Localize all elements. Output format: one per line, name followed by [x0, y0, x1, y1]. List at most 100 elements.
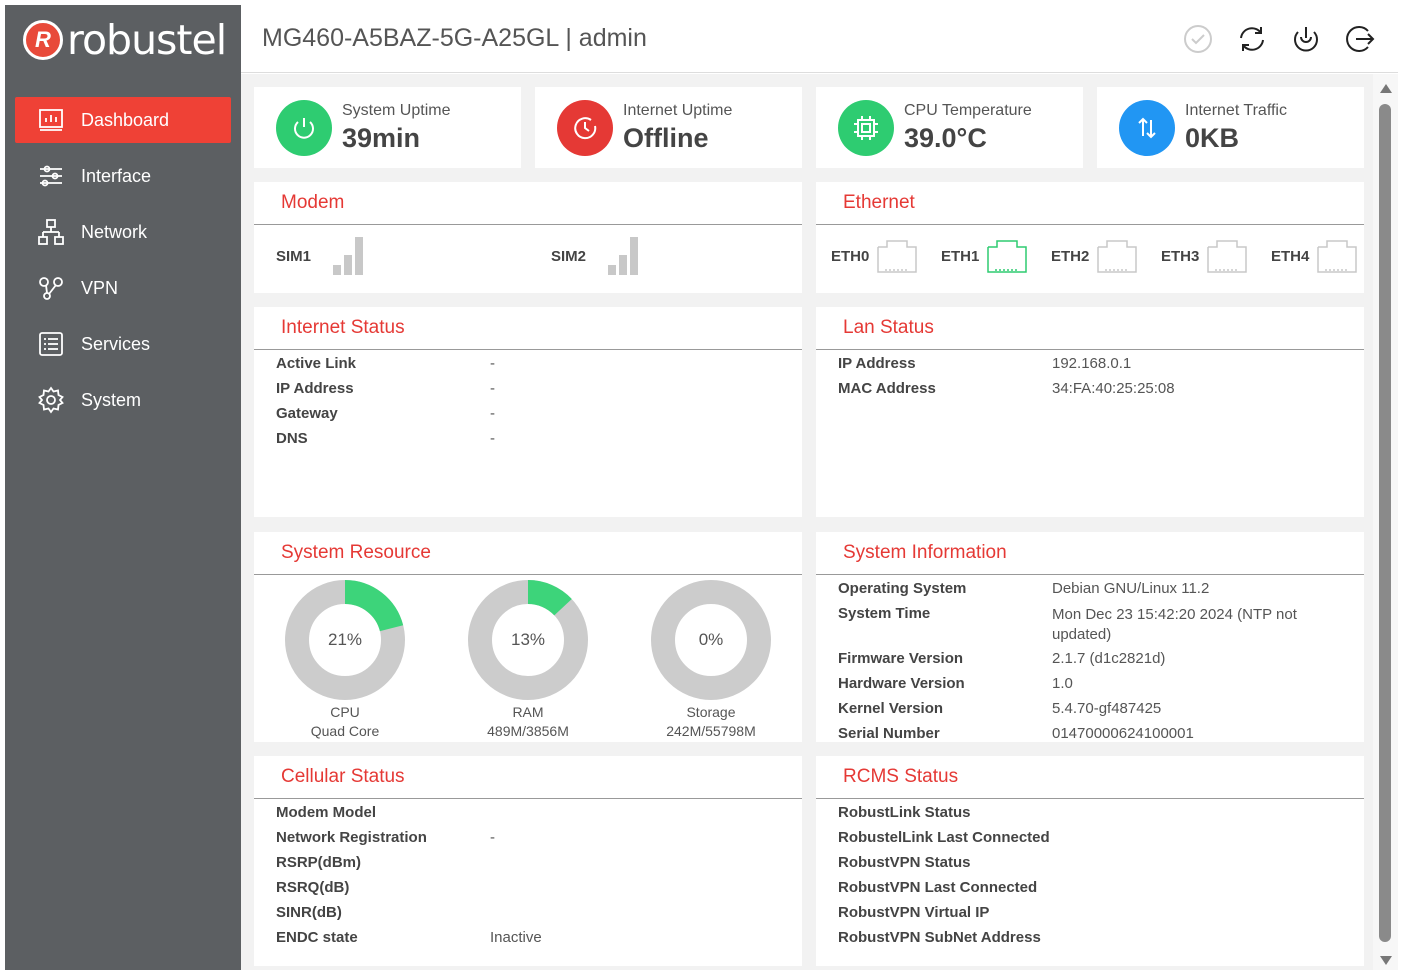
donut-percent: 0% — [698, 630, 724, 649]
kv-key: RobustelLink Last Connected — [838, 829, 1050, 846]
stat-card-internet-uptime: Internet Uptime Offline — [535, 87, 802, 168]
services-icon — [37, 330, 65, 358]
kv-key: ENDC state — [276, 929, 358, 946]
kv-value: Inactive — [490, 929, 542, 946]
signal-bars-icon — [608, 237, 639, 275]
refresh-icon[interactable] — [1236, 23, 1268, 55]
kv-row: Kernel Version 5.4.70-gf487425 — [838, 700, 1297, 725]
donut-subcaption: 489M/3856M — [487, 723, 569, 739]
donut-percent: 21% — [327, 630, 363, 649]
panel-title: RCMS Status — [816, 756, 1364, 799]
sim-label: SIM1 — [276, 247, 312, 265]
kv-key: Network Registration — [276, 829, 427, 846]
ethernet-port-icon — [1097, 239, 1138, 273]
stat-value: 39.0°C — [904, 122, 987, 153]
kv-row: System Time Mon Dec 23 15:42:20 2024 (NTP… — [838, 605, 1297, 650]
logo: R robustel — [5, 5, 241, 75]
kv-key: Serial Number — [838, 725, 940, 742]
kv-row: Serial Number 01470000624100001 — [838, 725, 1297, 750]
sidebar-item-dashboard[interactable]: Dashboard — [15, 97, 231, 143]
kv-row: Modem Model — [276, 804, 542, 829]
scrollbar[interactable] — [1373, 74, 1398, 970]
kv-value: 34:FA:40:25:25:08 — [1052, 380, 1175, 397]
ethernet-panel: Ethernet ETH0 ETH1 ETH2 ETH3 ETH4 — [816, 182, 1364, 293]
eth-label: ETH2 — [1051, 247, 1090, 265]
signal-bars-icon — [333, 237, 364, 275]
robustel-logo-icon: R — [23, 20, 63, 60]
ethernet-port-icon — [877, 239, 918, 273]
panel-title: Cellular Status — [254, 756, 802, 799]
kv-row: SINR(dB) — [276, 904, 542, 929]
kv-value: - — [490, 430, 495, 447]
sim-label: SIM2 — [551, 247, 587, 265]
kv-key: IP Address — [276, 380, 354, 397]
kv-row: DNS - — [276, 430, 495, 455]
donut-subcaption: Quad Core — [310, 723, 380, 739]
scroll-up-arrow-icon[interactable] — [1380, 84, 1392, 93]
sidebar-item-network[interactable]: Network — [15, 209, 231, 255]
kv-row: RSRQ(dB) — [276, 879, 542, 904]
kv-row: MAC Address 34:FA:40:25:25:08 — [838, 380, 1175, 405]
sliders-icon — [37, 162, 65, 190]
lan-status-list: IP Address 192.168.0.1 MAC Address 34:FA:4… — [838, 355, 1175, 405]
kv-row: RobustelLink Last Connected — [838, 829, 1098, 854]
kv-row: ENDC state Inactive — [276, 929, 542, 954]
eth2-port: ETH2 — [1051, 239, 1138, 273]
stat-value: 39min — [342, 122, 421, 153]
kv-value: 192.168.0.1 — [1052, 355, 1132, 372]
power-icon[interactable] — [1290, 23, 1322, 55]
kv-value: 01470000624100001 — [1052, 725, 1194, 742]
donut-subcaption: 242M/55798M — [666, 723, 756, 739]
eth-label: ETH4 — [1271, 247, 1310, 265]
dashboard-content: System Uptime 39min Internet Uptime Offl… — [241, 74, 1373, 970]
stat-value: 0KB — [1185, 122, 1240, 153]
donut-caption: Storage — [686, 704, 736, 720]
gear-icon — [37, 386, 65, 414]
kv-value: 5.4.70-gf487425 — [1052, 700, 1162, 717]
scroll-thumb[interactable] — [1379, 104, 1391, 942]
stat-value: Offline — [623, 122, 709, 153]
kv-value: 2.1.7 (d1c2821d) — [1052, 650, 1166, 667]
kv-value: Debian GNU/Linux 11.2 — [1052, 580, 1210, 597]
kv-key: RobustVPN Status — [838, 854, 971, 871]
kv-row: Firmware Version 2.1.7 (d1c2821d) — [838, 650, 1297, 675]
check-circle-icon[interactable] — [1182, 23, 1214, 55]
kv-key: RobustVPN Virtual IP — [838, 904, 990, 921]
scroll-down-arrow-icon[interactable] — [1380, 956, 1392, 965]
logout-icon[interactable] — [1344, 23, 1376, 55]
eth4-port: ETH4 — [1271, 239, 1358, 273]
kv-key: SINR(dB) — [276, 904, 342, 921]
kv-key: RSRQ(dB) — [276, 879, 350, 896]
kv-value: - — [490, 829, 495, 846]
sidebar-item-vpn[interactable]: VPN — [15, 265, 231, 311]
kv-key: Kernel Version — [838, 700, 944, 717]
sidebar-item-system[interactable]: System — [15, 377, 231, 423]
kv-row: RSRP(dBm) — [276, 854, 542, 879]
panel-title: System Resource — [254, 532, 802, 575]
eth3-port: ETH3 — [1161, 239, 1248, 273]
kv-row: Hardware Version 1.0 — [838, 675, 1297, 700]
donut-caption: RAM — [512, 704, 544, 720]
logo-text: robustel — [67, 16, 227, 64]
sidebar-item-label: Interface — [81, 165, 152, 186]
page-title: MG460-A5BAZ-5G-A25GL | admin — [262, 24, 647, 52]
cpu-usage-gauge: 21% CPU Quad Core — [283, 578, 407, 740]
panel-title: Lan Status — [816, 307, 1364, 350]
sidebar-item-services[interactable]: Services — [15, 321, 231, 367]
sidebar-item-label: VPN — [81, 277, 119, 298]
lan-status-panel: Lan Status IP Address 192.168.0.1 MAC Add… — [816, 307, 1364, 517]
donut-caption: CPU — [330, 704, 360, 720]
kv-key: Hardware Version — [838, 675, 965, 692]
sidebar-item-interface[interactable]: Interface — [15, 153, 231, 199]
modem-panel: Modem SIM1 SIM2 — [254, 182, 802, 293]
panel-title: Modem — [254, 182, 802, 225]
header: MG460-A5BAZ-5G-A25GL | admin — [241, 5, 1398, 73]
donut-percent: 13% — [510, 630, 546, 649]
kv-key: RobustLink Status — [838, 804, 971, 821]
system-information-list: Operating System Debian GNU/Linux 11.2 Sy… — [838, 580, 1297, 750]
ethernet-port-icon — [1317, 239, 1358, 273]
kv-row: IP Address 192.168.0.1 — [838, 355, 1175, 380]
sidebar: R robustel Dashboard Interface Network V… — [5, 5, 241, 970]
system-resource-panel: System Resource 21% CPU Quad Core 13% RA… — [254, 532, 802, 742]
sidebar-item-label: Services — [81, 333, 151, 354]
